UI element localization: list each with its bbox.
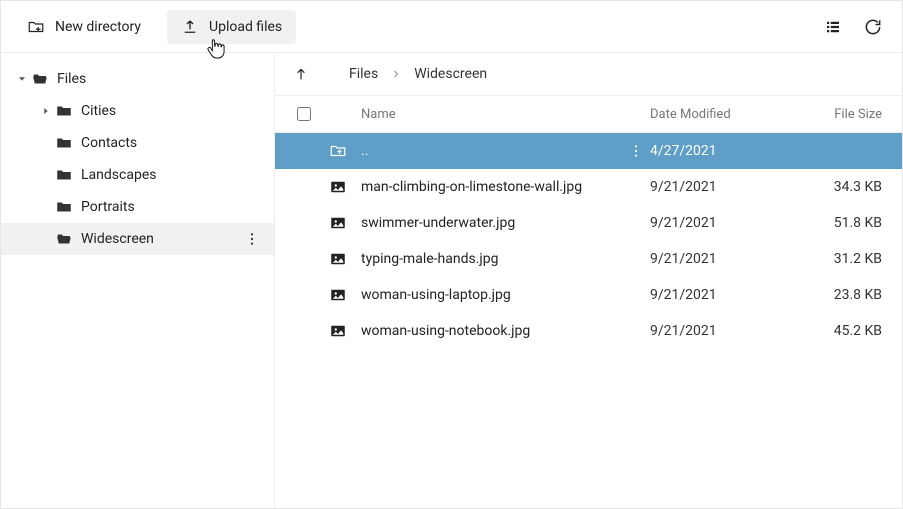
caret-placeholder: [37, 198, 55, 216]
file-row[interactable]: woman-using-notebook.jpg 9/21/202145.2 KB: [275, 313, 902, 349]
file-size: 34.3 KB: [800, 179, 890, 195]
file-name: woman-using-laptop.jpg: [355, 287, 622, 303]
refresh-icon: [863, 17, 883, 37]
image-file-icon: [329, 214, 347, 232]
image-file-icon: [329, 286, 347, 304]
tree-item-label: Cities: [81, 103, 238, 119]
column-size[interactable]: File Size: [800, 107, 890, 122]
image-file-icon: [329, 178, 347, 196]
go-up-button[interactable]: [287, 60, 315, 88]
tree-item-label: Contacts: [81, 135, 238, 151]
select-all-checkbox[interactable]: [297, 107, 311, 121]
breadcrumb-item[interactable]: Files: [349, 66, 378, 82]
folder-tree: Files Cities Contacts Landscapes Portraits W…: [1, 53, 275, 508]
column-name[interactable]: Name: [355, 107, 622, 122]
file-date: 9/21/2021: [650, 287, 800, 303]
file-name: swimmer-underwater.jpg: [355, 215, 622, 231]
column-date[interactable]: Date Modified: [650, 107, 800, 122]
upload-files-button[interactable]: Upload files: [167, 10, 296, 44]
column-header-row: Name Date Modified File Size: [275, 95, 902, 133]
image-file-icon: [329, 250, 347, 268]
tree-item-cities[interactable]: Cities: [1, 95, 274, 127]
new-folder-icon: [27, 18, 45, 36]
tree-item-menu[interactable]: [238, 225, 266, 253]
level-up-icon: [329, 142, 347, 160]
refresh-button[interactable]: [856, 10, 890, 44]
chevron-right-icon: [390, 68, 402, 80]
tree-root-label: Files: [57, 71, 266, 87]
folder-icon: [55, 198, 73, 216]
folder-open-icon: [55, 230, 73, 248]
upload-icon: [181, 18, 199, 36]
caret-placeholder: [37, 134, 55, 152]
details-view-icon: [824, 18, 842, 36]
file-row[interactable]: woman-using-laptop.jpg 9/21/202123.8 KB: [275, 277, 902, 313]
file-name: ..: [355, 143, 622, 159]
file-date: 9/21/2021: [650, 323, 800, 339]
file-row[interactable]: man-climbing-on-limestone-wall.jpg 9/21/2…: [275, 169, 902, 205]
tree-item-widescreen[interactable]: Widescreen: [1, 223, 274, 255]
arrow-up-icon: [293, 66, 309, 82]
view-details-button[interactable]: [816, 10, 850, 44]
new-directory-button[interactable]: New directory: [13, 10, 155, 44]
tree-root[interactable]: Files: [1, 63, 274, 95]
caret-down-icon[interactable]: [13, 70, 31, 88]
file-size: 45.2 KB: [800, 323, 890, 339]
file-row[interactable]: swimmer-underwater.jpg 9/21/202151.8 KB: [275, 205, 902, 241]
image-file-icon: [329, 322, 347, 340]
folder-icon: [55, 102, 73, 120]
file-date: 9/21/2021: [650, 215, 800, 231]
file-date: 9/21/2021: [650, 251, 800, 267]
caret-placeholder: [37, 166, 55, 184]
folder-icon: [55, 134, 73, 152]
tree-item-label: Landscapes: [81, 167, 238, 183]
toolbar: New directory Upload files: [1, 1, 902, 53]
caret-right-icon[interactable]: [37, 102, 55, 120]
upload-files-label: Upload files: [209, 19, 282, 35]
file-size: 23.8 KB: [800, 287, 890, 303]
tree-item-landscapes[interactable]: Landscapes: [1, 159, 274, 191]
file-name: woman-using-notebook.jpg: [355, 323, 622, 339]
file-size: 31.2 KB: [800, 251, 890, 267]
file-size: 51.8 KB: [800, 215, 890, 231]
breadcrumb-item[interactable]: Widescreen: [414, 66, 487, 82]
file-list: .. 4/27/2021 man-climbing-on-limestone-wal…: [275, 133, 902, 349]
row-menu-button[interactable]: [628, 143, 644, 159]
file-name: man-climbing-on-limestone-wall.jpg: [355, 179, 622, 195]
breadcrumb: Files Widescreen: [275, 53, 902, 95]
file-name: typing-male-hands.jpg: [355, 251, 622, 267]
folder-icon: [55, 166, 73, 184]
tree-item-label: Portraits: [81, 199, 238, 215]
caret-placeholder: [37, 230, 55, 248]
file-row[interactable]: typing-male-hands.jpg 9/21/202131.2 KB: [275, 241, 902, 277]
file-date: 9/21/2021: [650, 179, 800, 195]
tree-item-label: Widescreen: [81, 231, 238, 247]
tree-item-portraits[interactable]: Portraits: [1, 191, 274, 223]
folder-open-icon: [31, 70, 49, 88]
parent-directory-row[interactable]: .. 4/27/2021: [275, 133, 902, 169]
new-directory-label: New directory: [55, 19, 141, 35]
file-date: 4/27/2021: [650, 143, 800, 159]
tree-item-contacts[interactable]: Contacts: [1, 127, 274, 159]
